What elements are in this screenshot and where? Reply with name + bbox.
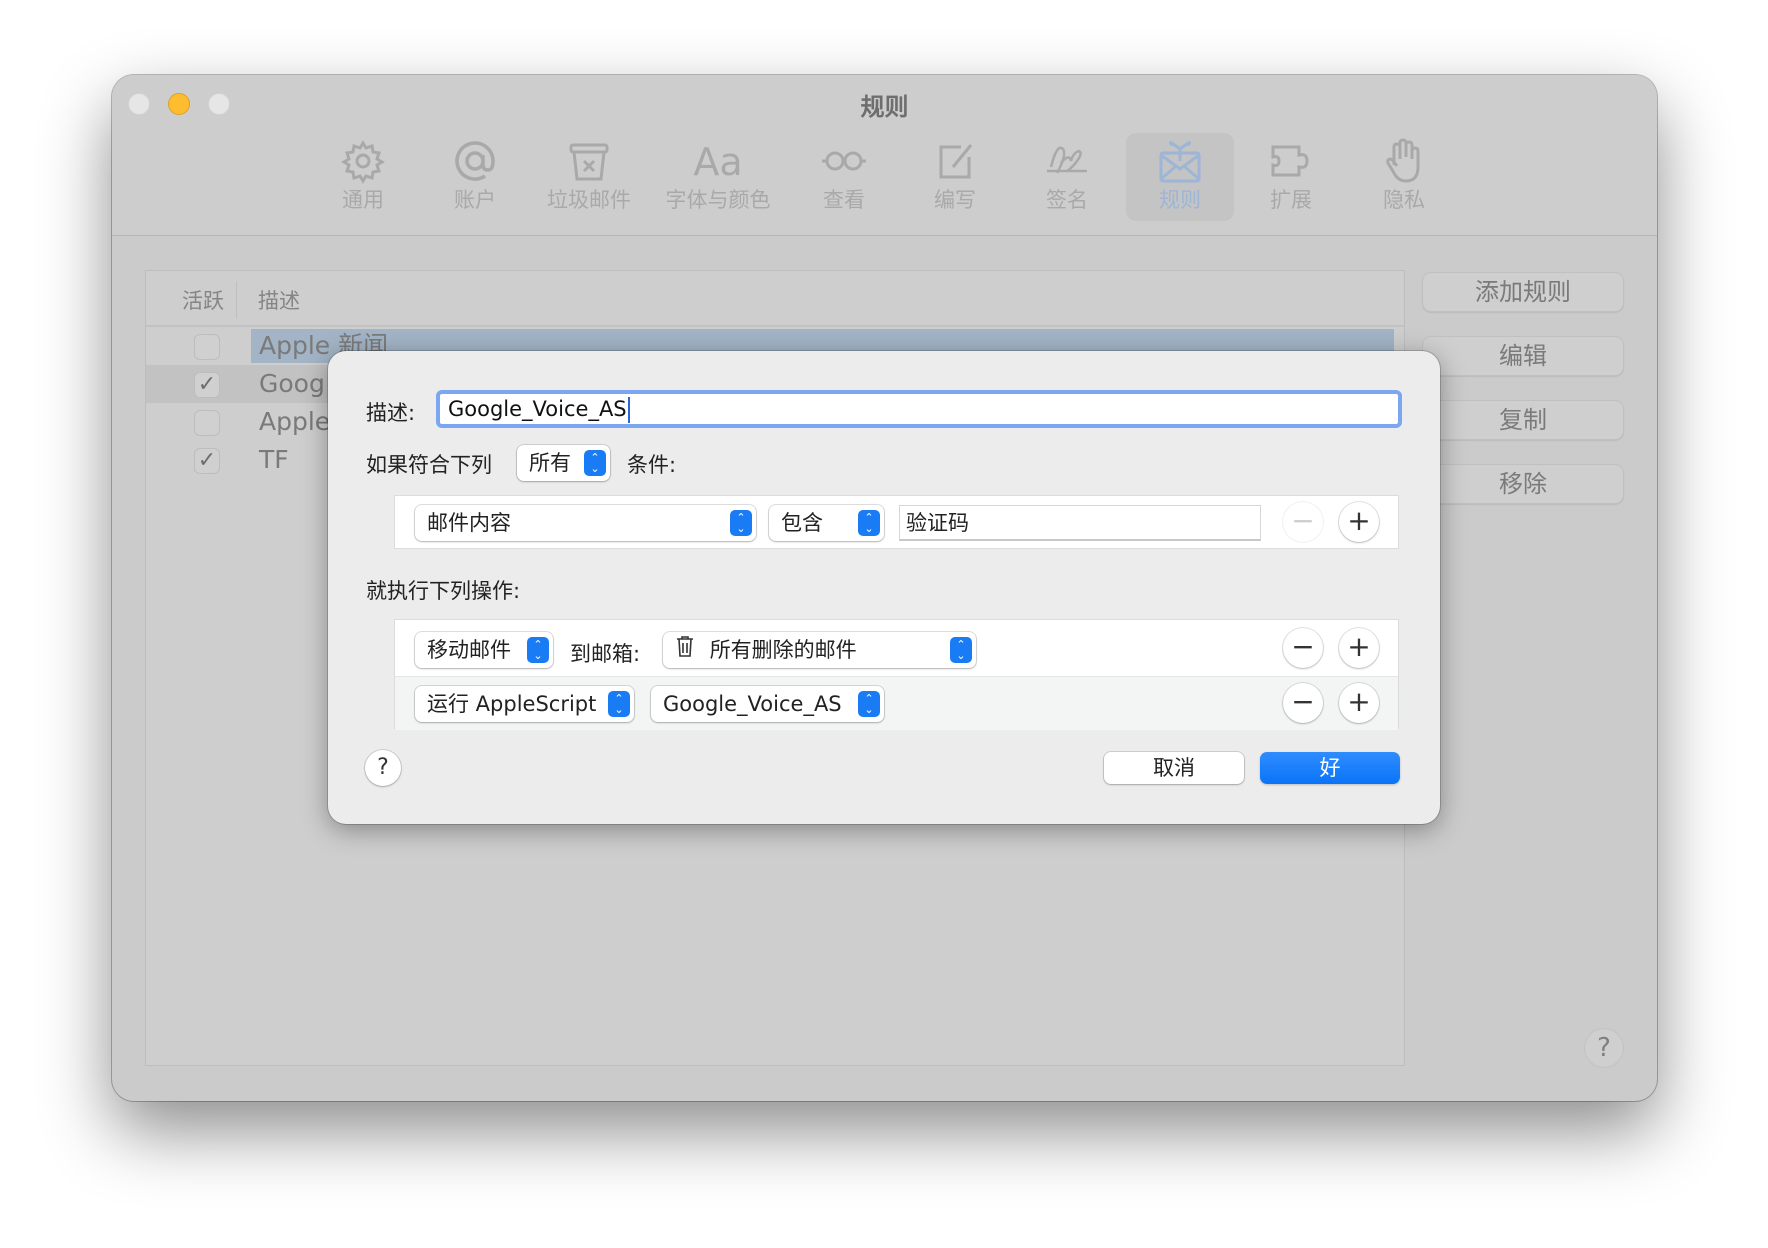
- to-mailbox-label: 到邮箱:: [570, 642, 641, 666]
- add-action-button[interactable]: +: [1339, 628, 1379, 668]
- trash-icon: [675, 633, 695, 669]
- column-active[interactable]: 活跃: [182, 285, 224, 315]
- table-header: 活跃 描述: [146, 271, 1404, 327]
- window-title: 规则: [860, 93, 909, 121]
- cancel-button[interactable]: 取消: [1104, 752, 1244, 784]
- condition-operator-popup[interactable]: 包含 ⌃ ⌄: [769, 505, 884, 541]
- hand-icon: [1350, 137, 1458, 187]
- add-condition-button[interactable]: +: [1339, 502, 1379, 542]
- dialog-help-button[interactable]: ?: [365, 750, 401, 786]
- conditions-list: 邮件内容 ⌃ ⌄ 包含 ⌃ ⌄ 验证码 − +: [394, 495, 1399, 549]
- tab-composing[interactable]: 编写: [901, 133, 1009, 221]
- rule-edit-sheet: 描述: Google_Voice_AS 如果符合下列 所有 ⌃ ⌄ 条件: 邮件内…: [328, 351, 1440, 824]
- actions-list: 移动邮件 ⌃ ⌄ 到邮箱: 所有删除的邮件 ⌃ ⌄ − + 运行 AppleScri…: [394, 619, 1399, 730]
- column-description[interactable]: 描述: [258, 285, 300, 315]
- if-label: 如果符合下列: [366, 453, 492, 477]
- match-mode-popup[interactable]: 所有 ⌃ ⌄: [517, 445, 610, 481]
- remove-action-button[interactable]: −: [1283, 628, 1323, 668]
- script-popup[interactable]: Google_Voice_AS ⌃ ⌄: [651, 686, 884, 722]
- toolbar-area: 规则 通用 账户 垃圾邮件 Aa 字体与颜色 查看 编写 签名 规则 扩展 隐私: [112, 75, 1657, 236]
- tab-privacy[interactable]: 隐私: [1350, 133, 1458, 221]
- rule-description: Goog: [259, 369, 325, 398]
- remove-rule-button[interactable]: 移除: [1422, 464, 1624, 504]
- action-type-popup[interactable]: 运行 AppleScript ⌃ ⌄: [415, 686, 634, 722]
- remove-condition-button[interactable]: −: [1283, 502, 1323, 542]
- conditions-label: 条件:: [627, 453, 677, 477]
- condition-field-popup[interactable]: 邮件内容 ⌃ ⌄: [415, 505, 756, 541]
- rules-envelope-icon: [1126, 137, 1234, 187]
- popup-chevrons-icon: ⌃ ⌄: [527, 637, 549, 663]
- active-checkbox[interactable]: ✓: [194, 372, 220, 398]
- condition-value-input[interactable]: 验证码: [899, 505, 1261, 541]
- add-action-button[interactable]: +: [1339, 683, 1379, 723]
- text-cursor: [627, 397, 630, 423]
- tab-signatures[interactable]: 签名: [1013, 133, 1121, 221]
- tab-viewing[interactable]: 查看: [790, 133, 898, 221]
- duplicate-rule-button[interactable]: 复制: [1422, 400, 1624, 440]
- active-checkbox[interactable]: ✓: [194, 448, 220, 474]
- popup-chevrons-icon: ⌃ ⌄: [858, 510, 880, 536]
- at-icon: [421, 137, 529, 187]
- help-button[interactable]: ?: [1584, 1028, 1624, 1068]
- active-checkbox[interactable]: [194, 410, 220, 436]
- fonts-icon: Aa: [693, 140, 743, 184]
- tab-junk-mail[interactable]: 垃圾邮件: [535, 133, 643, 221]
- tab-accounts[interactable]: 账户: [421, 133, 529, 221]
- signature-icon: [1013, 137, 1121, 187]
- popup-chevrons-icon: ⌃ ⌄: [858, 691, 880, 717]
- popup-chevrons-icon: ⌃ ⌄: [730, 510, 752, 536]
- tab-rules[interactable]: 规则: [1126, 133, 1234, 221]
- action-type-popup[interactable]: 移动邮件 ⌃ ⌄: [415, 632, 553, 668]
- ok-button[interactable]: 好: [1260, 752, 1400, 784]
- popup-chevrons-icon: ⌃ ⌄: [608, 691, 630, 717]
- rule-description: Apple: [259, 407, 331, 436]
- rule-description: TF: [259, 445, 289, 474]
- tab-fonts-colors[interactable]: Aa 字体与颜色: [663, 133, 773, 221]
- junk-bin-icon: [535, 137, 643, 187]
- puzzle-icon: [1237, 137, 1345, 187]
- popup-chevrons-icon: ⌃ ⌄: [950, 637, 972, 663]
- add-rule-button[interactable]: 添加规则: [1422, 272, 1624, 312]
- gear-icon: [309, 137, 417, 187]
- mailbox-popup[interactable]: 所有删除的邮件 ⌃ ⌄: [663, 632, 976, 668]
- description-input[interactable]: Google_Voice_AS: [436, 390, 1402, 428]
- actions-label: 就执行下列操作:: [366, 579, 521, 603]
- action-row: 运行 AppleScript ⌃ ⌄ Google_Voice_AS ⌃ ⌄ − +: [395, 676, 1398, 730]
- compose-icon: [901, 137, 1009, 187]
- active-checkbox[interactable]: [194, 334, 220, 360]
- column-divider[interactable]: [236, 281, 237, 319]
- tab-extensions[interactable]: 扩展: [1237, 133, 1345, 221]
- remove-action-button[interactable]: −: [1283, 683, 1323, 723]
- description-label: 描述:: [366, 401, 416, 425]
- edit-rule-button[interactable]: 编辑: [1422, 336, 1624, 376]
- glasses-icon: [790, 137, 898, 187]
- popup-chevrons-icon: ⌃ ⌄: [584, 450, 606, 476]
- tab-general[interactable]: 通用: [309, 133, 417, 221]
